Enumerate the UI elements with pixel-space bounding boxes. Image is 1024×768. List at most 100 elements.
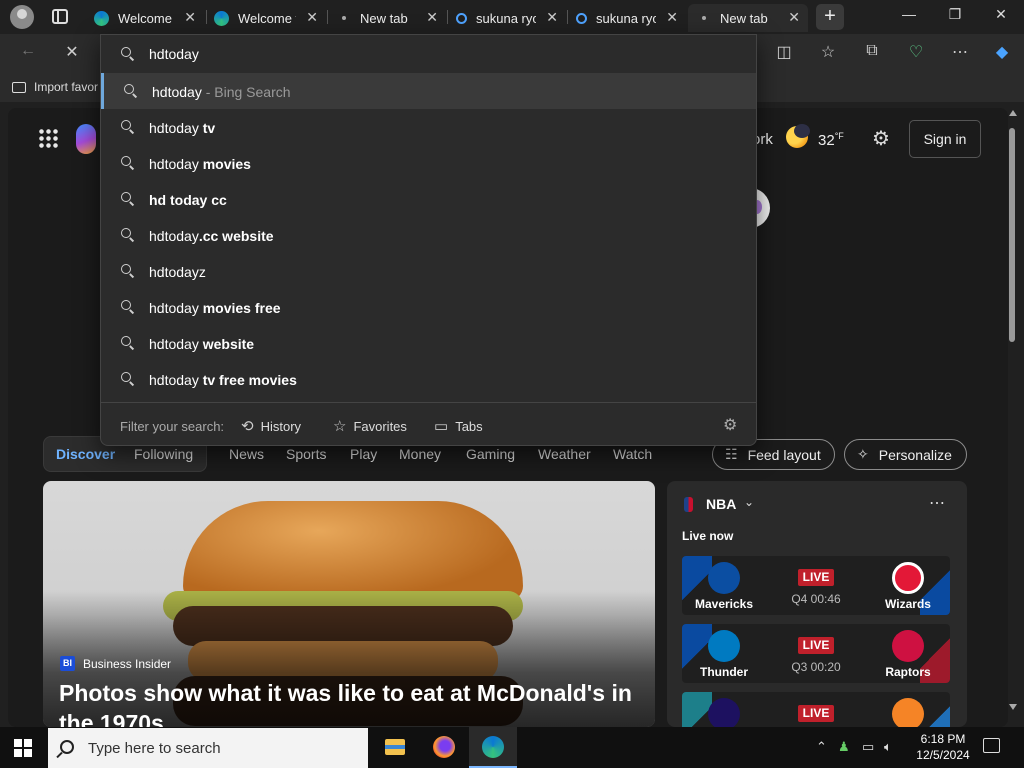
suggestion-settings-gear-icon[interactable]: ⚙	[723, 415, 737, 435]
article-title[interactable]: Photos show what it was like to eat at M…	[59, 678, 649, 727]
file-explorer-app[interactable]	[371, 727, 419, 768]
suggestion-item[interactable]: hdtoday - Bing Search	[101, 73, 756, 109]
more-menu-icon[interactable]: ⋯	[948, 42, 972, 62]
feed-tab-sports[interactable]: Sports	[286, 446, 326, 462]
clock-time: 6:18 PM	[920, 732, 966, 746]
team-stripe	[920, 692, 950, 727]
suggestion-item[interactable]: hdtoday.cc website	[101, 217, 756, 253]
suggestion-item[interactable]: hd today cc	[101, 181, 756, 217]
suggestion-item[interactable]: hdtoday movies free	[101, 289, 756, 325]
dot-icon	[702, 16, 706, 20]
edge-app[interactable]	[469, 727, 517, 768]
suggestion-completion: tv	[202, 120, 216, 136]
tab-sukuna-2[interactable]: sukuna ryo ✕	[568, 4, 686, 32]
away-team: Raptors	[885, 665, 931, 679]
page-settings-gear-icon[interactable]: ⚙	[869, 127, 893, 151]
feed-tab-following[interactable]: Following	[134, 446, 193, 462]
maximize-button[interactable]: ❐	[940, 6, 970, 23]
edge-icon	[482, 736, 504, 758]
windows-start-icon[interactable]	[14, 739, 32, 757]
tab-actions-icon[interactable]	[52, 9, 68, 24]
system-clock[interactable]: 6:18 PM 12/5/2024	[908, 731, 978, 763]
feed-tab-discover[interactable]: Discover	[56, 446, 115, 462]
tab-welcome-2[interactable]: Welcome t ✕	[206, 4, 326, 32]
taskbar-search-box[interactable]: Type here to search	[48, 728, 368, 768]
address-input[interactable]: hdtoday	[149, 46, 199, 62]
close-icon[interactable]: ✕	[666, 9, 678, 26]
search-icon	[124, 84, 137, 97]
tab-new-tab-1[interactable]: New tab ✕	[328, 4, 446, 32]
feed-tab-weather[interactable]: Weather	[538, 446, 591, 462]
game-row[interactable]: Mavericks LIVE Q4 00:46 Wizards	[682, 556, 950, 615]
suggestion-item[interactable]: hdtoday tv free movies	[101, 361, 756, 397]
filter-label: Filter your search:	[120, 419, 225, 434]
app-launcher-icon[interactable]	[38, 128, 58, 148]
suggestion-prefix: hdtoday	[149, 372, 203, 388]
back-button[interactable]: ←	[16, 42, 40, 60]
import-favorites-button[interactable]: Import favor	[12, 80, 98, 94]
volume-icon[interactable]: 🔈︎	[884, 739, 892, 755]
scroll-down-icon[interactable]	[1009, 704, 1017, 710]
favorites-star-icon[interactable]: ☆	[816, 42, 840, 62]
game-row[interactable]: Thunder LIVE Q3 00:20 Raptors	[682, 624, 950, 683]
more-options-icon[interactable]: ⋯	[929, 493, 945, 513]
game-clock: Q4 00:46	[791, 592, 841, 606]
tab-title: New tab	[360, 10, 408, 26]
firefox-app[interactable]	[420, 727, 468, 768]
home-team: Thunder	[700, 665, 748, 679]
close-window-button[interactable]: ✕	[986, 6, 1016, 23]
nba-title[interactable]: NBA	[706, 496, 736, 512]
stop-loading-button[interactable]: ✕	[60, 42, 84, 62]
suggestion-completion: movies	[202, 156, 251, 172]
feed-tab-watch[interactable]: Watch	[613, 446, 652, 462]
suggestion-item[interactable]: hdtoday tv	[101, 109, 756, 145]
notifications-icon[interactable]	[983, 738, 1000, 753]
address-bar[interactable]: hdtoday	[101, 35, 756, 73]
tab-welcome-1[interactable]: Welcome ✕	[86, 4, 204, 32]
weather-temperature[interactable]: 32°F	[818, 131, 844, 149]
personalize-button[interactable]: ✧ Personalize	[844, 439, 967, 470]
live-badge: LIVE	[798, 569, 834, 586]
close-icon[interactable]: ✕	[546, 9, 558, 26]
filter-favorites-label: Favorites	[353, 418, 407, 434]
copilot-icon[interactable]: ◆	[990, 42, 1014, 62]
scroll-thumb[interactable]	[1009, 128, 1015, 342]
feed-tab-money[interactable]: Money	[399, 446, 441, 462]
close-icon[interactable]: ✕	[306, 9, 318, 26]
close-icon[interactable]: ✕	[426, 9, 438, 26]
suggestion-item[interactable]: hdtoday website	[101, 325, 756, 361]
suggestion-item[interactable]: hdtoday movies	[101, 145, 756, 181]
feed-tab-news[interactable]: News	[229, 446, 264, 462]
suggestion-text: hdtodayz	[149, 264, 206, 280]
suggestion-prefix: hdtoday	[149, 336, 203, 352]
chevron-down-icon[interactable]: ⌄	[744, 495, 754, 509]
sign-in-button[interactable]: Sign in	[909, 120, 981, 158]
suggestion-prefix: hdtodayz	[149, 264, 206, 280]
user-status-icon[interactable]: ♟	[838, 739, 850, 755]
suggestion-item[interactable]: hdtodayz	[101, 253, 756, 289]
network-icon[interactable]: ▭	[862, 739, 874, 755]
windows-taskbar: Type here to search ⌃ ♟ ▭ 🔈︎ 6:18 PM 12/…	[0, 727, 1024, 768]
scroll-up-icon[interactable]	[1009, 110, 1017, 116]
hero-article-card[interactable]: BI Business Insider Photos show what it …	[43, 481, 655, 727]
close-icon[interactable]: ✕	[184, 9, 196, 26]
page-scrollbar[interactable]	[1006, 106, 1018, 727]
show-hidden-icons-chevron-icon[interactable]: ⌃	[816, 739, 827, 755]
filter-tabs-button[interactable]: ▭ Tabs	[434, 417, 483, 435]
new-tab-button[interactable]: +	[816, 4, 844, 30]
feed-tab-gaming[interactable]: Gaming	[466, 446, 515, 462]
browser-essentials-icon[interactable]: ♡	[904, 42, 928, 62]
feed-tab-play[interactable]: Play	[350, 446, 377, 462]
split-screen-icon[interactable]: ◫	[772, 42, 796, 62]
game-row[interactable]: LIVE	[682, 692, 950, 727]
search-icon	[121, 47, 134, 60]
collections-icon[interactable]: ⧉	[860, 42, 884, 60]
tab-new-tab-active[interactable]: New tab ✕	[688, 4, 808, 32]
close-icon[interactable]: ✕	[788, 9, 800, 26]
minimize-button[interactable]: —	[894, 6, 924, 22]
filter-favorites-button[interactable]: ☆ Favorites	[333, 417, 407, 435]
filter-history-button[interactable]: ⟲ History	[241, 417, 301, 435]
search-filter-row: Filter your search: ⟲ History ☆ Favorites …	[101, 402, 756, 445]
profile-avatar-icon[interactable]	[10, 5, 34, 29]
tab-sukuna-1[interactable]: sukuna ryo ✕	[448, 4, 566, 32]
